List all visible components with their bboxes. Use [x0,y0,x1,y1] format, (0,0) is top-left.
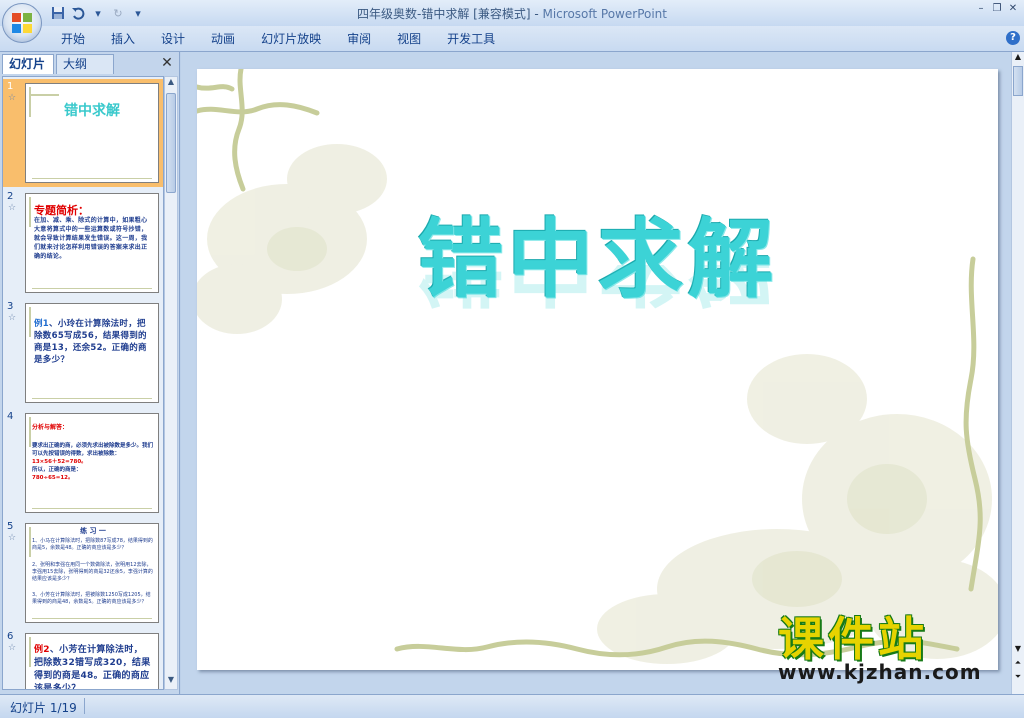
close-pane-icon[interactable]: ✕ [160,55,174,71]
title-bar: ▾ ↻ ▾ 四年级奥数-错中求解 [兼容模式] - Microsoft Powe… [0,0,1024,26]
ribbon-tabs: 开始 插入 设计 动画 幻灯片放映 审阅 视图 开发工具 [48,30,508,48]
office-button[interactable] [2,3,42,43]
slide-preview-title: 错中求解 [64,103,120,119]
slide-editor: 错中求解 错中求解 [181,52,1011,694]
exercise-1: 1、小马在计算除法时，把除数87写成78，结果得到的商是5，余数是48。正确的商… [32,538,153,551]
slide-preview: 例2、小芳在计算除法时，把除数32错写成320，结果得到的商是48。正确的商应该… [25,633,159,690]
scroll-up-icon[interactable]: ▲ [1012,52,1024,61]
tab-insert[interactable]: 插入 [98,30,148,48]
animation-icon: ☆ [8,643,17,653]
vine-decoration [29,637,31,667]
equation-1: 13×56＋52=780。 [32,459,87,465]
app-name: Microsoft PowerPoint [542,7,667,21]
status-divider [84,698,85,714]
slide-number: 3 [7,301,14,312]
slide-number: 4 [7,411,14,422]
animation-icon: ☆ [8,203,17,213]
previous-slide-icon[interactable]: ⏶ [1012,658,1024,668]
vine-decoration [29,307,31,337]
slide-title-reflection: 错中求解 [197,265,998,335]
slide-number: 1 [7,81,14,92]
minimize-icon[interactable]: – [974,2,988,16]
vine-decoration [32,178,152,179]
slide-preview-body: 在加、减、乘、除式的计算中，如果粗心大意将算式中的一些运算数或符号抄错，就会导致… [34,217,148,260]
exercise-2: 2、张明和李强在用同一个数做除法，张明用12去除，李强用15去除，张明得到的商是… [32,562,153,582]
vine-decoration [32,288,152,289]
tab-view[interactable]: 视图 [384,30,434,48]
answer-lead: 所以，正确的商是： [32,467,82,473]
current-slide[interactable]: 错中求解 错中求解 [197,69,998,670]
slide-thumbnail-5[interactable]: 5 ☆ 练 习 一 1、小马在计算除法时，把除数87写成78，结果得到的商是5，… [3,519,163,627]
scroll-up-icon[interactable]: ▲ [165,77,177,91]
scrollbar-thumb[interactable] [166,93,176,193]
example-text: 、小玲在计算除法时，把除数65写成56，结果得到的商是13，还余52。正确的商是… [34,319,147,365]
slide-preview-heading: 练 习 一 [80,527,106,535]
slide-preview: 专题简析： 在加、减、乘、除式的计算中，如果粗心大意将算式中的一些运算数或符号抄… [25,193,159,293]
slide-preview: 例1、小玲在计算除法时，把除数65写成56，结果得到的商是13，还余52。正确的… [25,303,159,403]
watermark-url: www.kjzhan.com [778,660,982,684]
animation-icon: ☆ [8,93,17,103]
vine-decoration [32,398,152,399]
slide-preview-body: 例2、小芳在计算除法时，把除数32错写成320，结果得到的商是48。正确的商应该… [34,644,152,690]
thumbnails-scrollbar[interactable]: ▲ ▼ [164,76,178,690]
slide-preview-heading: 分析与解答： [32,424,69,431]
ribbon: 开始 插入 设计 动画 幻灯片放映 审阅 视图 开发工具 ? [0,26,1024,52]
vine-decoration [29,94,59,96]
tab-slides[interactable]: 幻灯片 [2,54,54,74]
slide-preview-body: 例1、小玲在计算除法时，把除数65写成56，结果得到的商是13，还余52。正确的… [34,318,152,366]
window-title: 四年级奥数-错中求解 [兼容模式] - Microsoft PowerPoint [0,5,1024,22]
example-label: 例1 [34,319,50,329]
tab-home[interactable]: 开始 [48,30,98,48]
slides-pane: 幻灯片 大纲 ✕ 1 ☆ 错中求解 2 ☆ 专题简析： 在加、减、乘、除式的计算… [0,52,180,694]
animation-icon: ☆ [8,533,17,543]
slide-thumbnail-1[interactable]: 1 ☆ 错中求解 [3,79,163,187]
animation-icon: ☆ [8,313,17,323]
analysis-text: 要求出正确的商，必须先求出被除数是多少。我们可以先按错误的得数，求出被除数： [32,443,154,457]
site-watermark: 课件站 www.kjzhan.com [778,614,1008,684]
example-label: 例2 [34,645,50,655]
vine-decoration [32,508,152,509]
exercise-3: 3、小芳在计算除法时，把被除数1250写成1205，结果得到的商是48，余数是5… [32,592,151,605]
scroll-down-icon[interactable]: ▼ [165,675,177,689]
floral-background [197,69,998,664]
slide-preview-body: 要求出正确的商，必须先求出被除数是多少。我们可以先按错误的得数，求出被除数： 1… [32,442,154,482]
vine-decoration [29,527,31,557]
equation-2: 780÷65=12。 [32,475,74,481]
tab-outline[interactable]: 大纲 [56,54,114,74]
slide-thumbnail-6[interactable]: 6 ☆ 例2、小芳在计算除法时，把除数32错写成320，结果得到的商是48。正确… [3,629,163,690]
slide-number: 5 [7,521,14,532]
slide-number: 2 [7,191,14,202]
slide-number: 6 [7,631,14,642]
document-title: 四年级奥数-错中求解 [兼容模式] - [357,7,543,21]
scroll-down-icon[interactable]: ▼ [1012,644,1024,653]
status-bar: 幻灯片 1/19 [0,694,1024,718]
slide-preview: 错中求解 [25,83,159,183]
next-slide-icon[interactable]: ⏷ [1012,672,1024,682]
slide-count: 幻灯片 1/19 [10,701,77,715]
tab-design[interactable]: 设计 [148,30,198,48]
slide-thumbnails: 1 ☆ 错中求解 2 ☆ 专题简析： 在加、减、乘、除式的计算中，如果粗心大意将… [2,76,164,690]
tab-review[interactable]: 审阅 [334,30,384,48]
tab-developer[interactable]: 开发工具 [434,30,508,48]
restore-icon[interactable]: ❐ [990,2,1004,16]
slide-preview: 练 习 一 1、小马在计算除法时，把除数87写成78，结果得到的商是5，余数是4… [25,523,159,623]
vine-decoration [29,417,31,447]
watermark-logo-text: 课件站 [778,612,928,666]
tab-slide-show[interactable]: 幻灯片放映 [248,30,334,48]
help-icon[interactable]: ? [1006,31,1020,45]
example-text: 、小芳在计算除法时，把除数32错写成320，结果得到的商是48。正确的商应该是多… [34,645,151,690]
pane-tabs: 幻灯片 大纲 ✕ [2,54,178,74]
slide-thumbnail-3[interactable]: 3 ☆ 例1、小玲在计算除法时，把除数65写成56，结果得到的商是13，还余52… [3,299,163,407]
slide-preview: 分析与解答： 要求出正确的商，必须先求出被除数是多少。我们可以先按错误的得数，求… [25,413,159,513]
tab-animations[interactable]: 动画 [198,30,248,48]
slide-thumbnail-2[interactable]: 2 ☆ 专题简析： 在加、减、乘、除式的计算中，如果粗心大意将算式中的一些运算数… [3,189,163,297]
close-icon[interactable]: ✕ [1006,2,1020,16]
scrollbar-thumb[interactable] [1013,66,1023,96]
slide-thumbnail-4[interactable]: 4 分析与解答： 要求出正确的商，必须先求出被除数是多少。我们可以先按错误的得数… [3,409,163,517]
window-controls: – ❐ ✕ [974,2,1020,16]
vine-decoration [29,197,31,227]
vine-decoration [32,618,152,619]
office-logo-icon [12,13,32,33]
slide-scrollbar[interactable]: ▲ ▼ ⏶ ⏷ [1011,52,1024,694]
